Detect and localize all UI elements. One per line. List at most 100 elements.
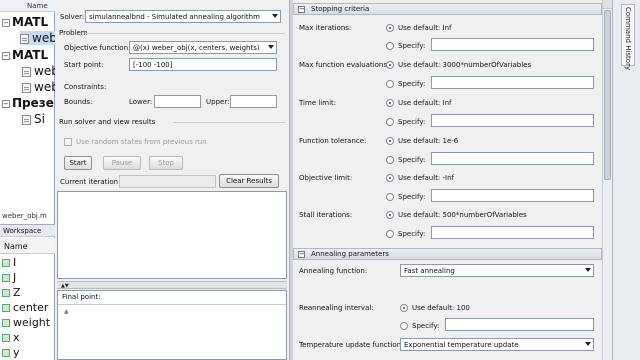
function-tolerance-specify-radio[interactable] [386, 156, 394, 164]
max-iterations-input[interactable] [431, 38, 594, 51]
start-button[interactable]: Start [64, 156, 92, 170]
temperature-update-label: Temperature update function: [299, 341, 404, 349]
run-group-title: Run solver and view results [59, 118, 156, 126]
group-divider [173, 122, 285, 123]
divider [58, 304, 286, 305]
collapse-icon[interactable]: − [2, 52, 10, 60]
objective-label: Objective function: [64, 44, 131, 52]
stopping-criteria-header[interactable]: − Stopping criteria [293, 3, 602, 15]
var-name: weight [13, 316, 51, 329]
workspace-var[interactable]: I [2, 256, 16, 269]
reannealing-specify-radio[interactable] [400, 322, 408, 330]
max-fevals-input[interactable] [431, 76, 594, 89]
time-limit-specify-radio[interactable] [386, 118, 394, 126]
workspace-var[interactable]: Z [2, 286, 21, 299]
objective-function-select[interactable]: @(x) weber_obj(x, centers, weights) [129, 41, 277, 54]
time-limit-input[interactable] [431, 114, 594, 127]
max-fevals-default-radio[interactable] [386, 61, 394, 69]
chevron-down-icon [268, 45, 274, 49]
tree-item-folder-1[interactable]: MATL [12, 15, 48, 29]
collapse-icon[interactable]: − [298, 251, 305, 258]
reannealing-input[interactable] [445, 318, 594, 331]
file-icon [22, 66, 31, 77]
max-iterations-specify-radio[interactable] [386, 42, 394, 50]
reannealing-default-radio[interactable] [400, 304, 408, 312]
pause-button[interactable]: Pause [103, 156, 141, 170]
workspace-var[interactable]: J [2, 271, 16, 284]
triangle-up-icon: ▲ [64, 308, 69, 315]
stall-iterations-default-radio[interactable] [386, 211, 394, 219]
start-point-input[interactable]: [-100 -100] [129, 58, 277, 71]
file-icon [22, 82, 31, 93]
tree-item-folder-2[interactable]: MATL [12, 48, 48, 62]
workspace-title: Workspace [3, 227, 42, 235]
objective-limit-default-radio[interactable] [386, 174, 394, 182]
max-fevals-specify-label: Specify: [398, 80, 426, 88]
group-divider [85, 33, 285, 34]
max-iterations-default-label: Use default: Inf [398, 24, 452, 32]
workspace-column-header[interactable]: Name [0, 238, 55, 254]
stall-iterations-specify-radio[interactable] [386, 230, 394, 238]
options-scrollbar[interactable] [602, 0, 612, 360]
temperature-update-select[interactable]: Exponential temperature update [400, 338, 594, 351]
time-limit-default-radio[interactable] [386, 99, 394, 107]
annealing-parameters-header[interactable]: − Annealing parameters [293, 248, 602, 260]
objective-limit-specify-radio[interactable] [386, 193, 394, 201]
function-tolerance-specify-label: Specify: [398, 156, 426, 164]
workspace-name-column[interactable]: Name [4, 242, 28, 251]
upper-bound-input[interactable] [230, 95, 277, 108]
objective-limit-input[interactable] [431, 189, 594, 202]
annealing-parameters-title: Annealing parameters [311, 250, 389, 258]
results-textarea[interactable] [57, 191, 287, 279]
annealing-function-label: Annealing function: [299, 267, 368, 275]
stop-button[interactable]: Stop [149, 156, 183, 170]
file-details-bar[interactable]: weber_obj.m [2, 212, 47, 220]
current-iteration-field [119, 175, 216, 188]
scrollbar-thumb[interactable] [604, 10, 611, 180]
workspace-var[interactable]: center [2, 301, 48, 314]
max-fevals-specify-radio[interactable] [386, 80, 394, 88]
clear-results-button[interactable]: Clear Results [219, 174, 279, 188]
current-folder-panel: Name − MATL webe − MATL webe webe − През… [0, 0, 71, 360]
workspace-var[interactable]: y [2, 346, 20, 359]
time-limit-label: Time limit: [299, 99, 337, 107]
function-tolerance-label: Function tolerance: [299, 137, 367, 145]
file-icon [22, 114, 31, 125]
tree-item-label: Si [34, 112, 45, 126]
stall-iterations-input[interactable] [431, 226, 594, 239]
matrix-icon [2, 259, 10, 267]
random-states-checkbox[interactable] [64, 138, 72, 146]
function-tolerance-default-radio[interactable] [386, 137, 394, 145]
collapse-icon[interactable]: − [298, 6, 305, 13]
workspace-var[interactable]: x [2, 331, 20, 344]
annealing-function-select[interactable]: Fast annealing [400, 264, 594, 277]
lower-label: Lower: [129, 98, 153, 106]
command-history-tab[interactable]: Command History [621, 4, 635, 70]
objective-limit-default-label: Use default: -Inf [398, 174, 455, 182]
max-iterations-label: Max iterations: [299, 24, 352, 32]
max-fevals-default-label: Use default: 3000*numberOfVariables [398, 61, 532, 69]
final-point-panel: Final point: ▲ [57, 290, 287, 360]
matrix-icon [2, 334, 10, 342]
matrix-icon [2, 289, 10, 297]
options-pane: − Stopping criteria Max iterations: Use … [293, 0, 602, 360]
lower-bound-input[interactable] [154, 95, 201, 108]
name-column-header[interactable]: Name [27, 2, 48, 10]
reannealing-interval-label: Reannealing interval: [299, 304, 374, 312]
tree-item-folder-3[interactable]: Презе [12, 96, 54, 110]
solver-label: Solver: [60, 13, 85, 21]
collapse-icon[interactable]: − [2, 19, 10, 27]
solver-select[interactable]: simulannealbnd - Simulated annealing alg… [85, 10, 281, 23]
function-tolerance-input[interactable] [431, 152, 594, 165]
stopping-criteria-title: Stopping criteria [311, 5, 370, 13]
scroll-up-icon[interactable] [603, 0, 612, 9]
max-iterations-default-radio[interactable] [386, 24, 394, 32]
workspace-var[interactable]: weight [2, 316, 50, 329]
pane-splitter[interactable]: ▲▼ [57, 281, 287, 289]
collapse-icon[interactable]: − [2, 100, 10, 108]
var-name: Z [13, 286, 21, 299]
var-name: center [13, 301, 49, 314]
start-point-label: Start point: [64, 61, 104, 69]
tree-item-file-4[interactable]: Si [22, 112, 45, 126]
stall-iterations-label: Stall iterations: [299, 211, 353, 219]
